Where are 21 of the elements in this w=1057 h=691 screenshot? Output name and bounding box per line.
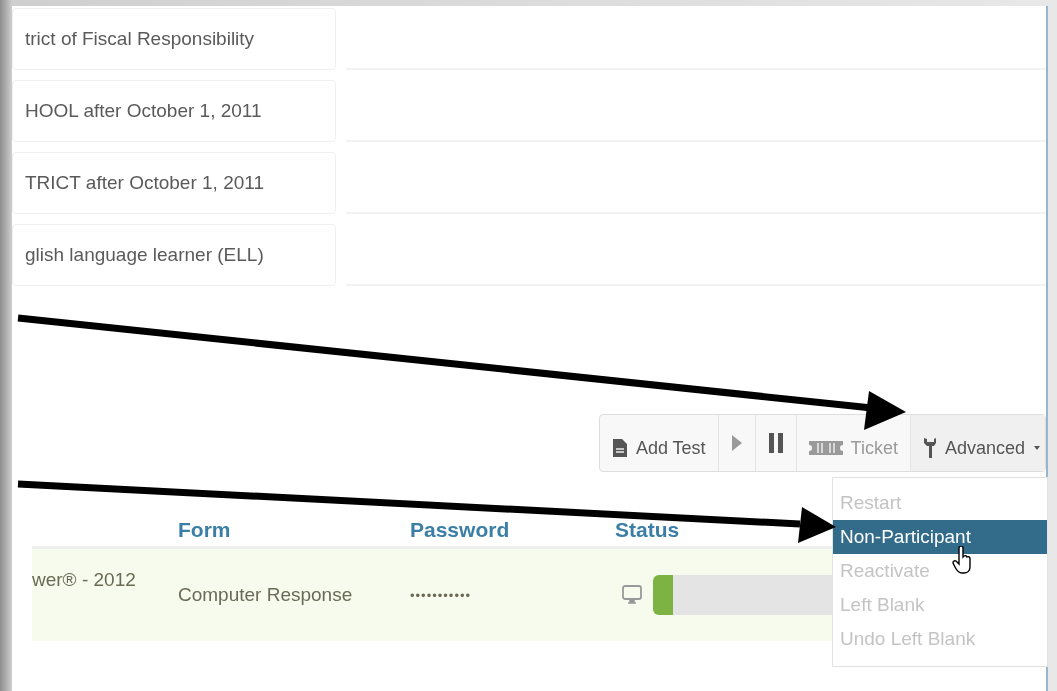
criterion-label: TRICT after October 1, 2011 [12,152,336,214]
criterion-label: HOOL after October 1, 2011 [12,80,336,142]
advanced-button[interactable]: Advanced [910,415,1045,471]
column-header: Password [410,518,511,542]
caret-icon [1033,445,1041,451]
wrench-icon [922,437,937,459]
add-test-button[interactable]: Add Test [599,415,719,471]
monitor-icon [621,584,643,606]
column-header: Status [615,518,680,542]
play-icon [730,433,743,453]
criterion-label: glish language learner (ELL) [12,224,336,286]
password-cell-text: ••••••••••• [410,587,473,603]
pause-icon [767,432,784,454]
ticket-icon [808,440,843,456]
menu-item[interactable]: Non-Participant [833,520,1047,554]
table-cell-text: wer® - 2012 [32,568,137,591]
criterion-label: trict of Fiscal Responsibility [12,8,336,70]
document-icon [611,438,628,458]
column-header: Form [178,518,232,542]
hand-cursor-icon [952,546,974,574]
table-cell-text: Computer Response [178,584,354,606]
